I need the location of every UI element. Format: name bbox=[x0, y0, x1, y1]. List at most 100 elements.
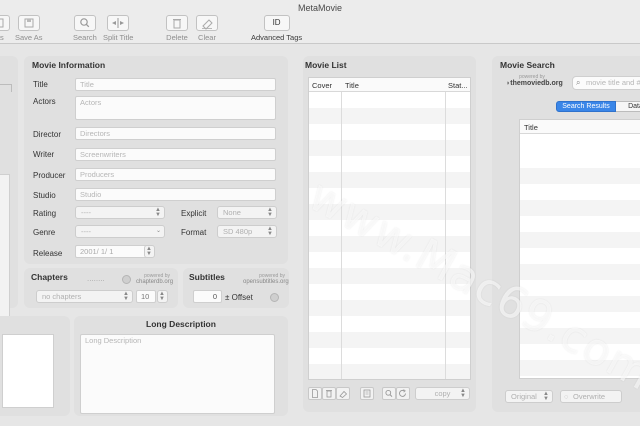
original-select[interactable]: Original ▲ ▼ bbox=[505, 390, 553, 403]
movie-information-panel: Movie Information Title Title Actors Act… bbox=[24, 56, 288, 264]
column-header-status[interactable]: Stat... bbox=[448, 81, 468, 90]
delete-button[interactable]: Delete bbox=[166, 15, 188, 42]
window-title: MetaMovie bbox=[297, 3, 342, 13]
column-header-cover[interactable]: Cover bbox=[312, 81, 332, 90]
original-value: Original bbox=[511, 392, 537, 401]
subtitle-offset-field[interactable]: 0 bbox=[193, 290, 222, 303]
new-file-button[interactable] bbox=[308, 387, 322, 400]
chapters-select[interactable]: no chapters ▲ ▼ bbox=[36, 290, 133, 303]
rating-label: Rating bbox=[33, 209, 57, 218]
release-label: Release bbox=[33, 249, 63, 258]
search-results-table[interactable]: Title bbox=[519, 119, 640, 379]
subtitles-powered-by: powered by opensubtitles.org bbox=[243, 273, 289, 285]
tab-data[interactable]: Data bbox=[616, 101, 640, 112]
files-label: les bbox=[0, 33, 4, 42]
director-field[interactable]: Directors bbox=[75, 127, 276, 140]
chevron-down-icon: ⌄ bbox=[155, 228, 161, 234]
search-label: Search bbox=[73, 33, 97, 42]
save-as-label: Save As bbox=[15, 33, 43, 42]
tab-search-results[interactable]: Search Results bbox=[556, 101, 616, 112]
split-title-button[interactable]: Split Title bbox=[103, 15, 133, 42]
overwrite-button[interactable]: ◌ Overwrite bbox=[560, 390, 622, 403]
stepper-arrows-icon: ▲ ▼ bbox=[159, 291, 165, 302]
subtitles-fetch-button[interactable] bbox=[270, 293, 279, 302]
rating-select[interactable]: ---- ▲ ▼ bbox=[75, 206, 165, 219]
delete-label: Delete bbox=[166, 33, 188, 42]
format-label: Format bbox=[181, 228, 207, 237]
clear-list-button[interactable] bbox=[336, 387, 350, 400]
chapters-powered-by: powered by chapterdb.org bbox=[136, 273, 173, 285]
trash-icon bbox=[166, 15, 188, 31]
advanced-tags-button[interactable]: ID Advanced Tags bbox=[251, 15, 302, 42]
search-placeholder: movie title and # bbox=[586, 78, 640, 87]
search-icon bbox=[385, 389, 393, 397]
movie-list-panel: Movie List Cover Title Stat... copy ▲ ▼ bbox=[303, 56, 476, 412]
subtitles-title: Subtitles bbox=[189, 272, 225, 282]
genre-select[interactable]: ---- ⌄ bbox=[75, 225, 165, 238]
save-as-icon bbox=[17, 15, 40, 31]
long-description-text[interactable]: Long Description bbox=[80, 334, 275, 414]
studio-field[interactable]: Studio bbox=[75, 188, 276, 201]
short-description-text[interactable] bbox=[2, 334, 54, 408]
files-button[interactable]: les bbox=[0, 15, 10, 42]
tmdb-logo-text: ◗themoviedb.org bbox=[506, 80, 563, 87]
overwrite-icon: ◌ bbox=[564, 392, 569, 401]
search-button[interactable]: Search bbox=[73, 15, 97, 42]
save-as-button[interactable]: Save As bbox=[15, 15, 43, 42]
remove-file-button[interactable] bbox=[322, 387, 336, 400]
stepper-arrows-icon: ▲ ▼ bbox=[543, 391, 549, 402]
stepper-arrows-icon: ▲ ▼ bbox=[146, 246, 152, 257]
long-description-panel: Long Description Long Description bbox=[74, 316, 288, 416]
studio-label: Studio bbox=[33, 191, 56, 200]
short-description-panel bbox=[0, 316, 70, 416]
chapters-count-stepper[interactable]: ▲ ▼ bbox=[157, 290, 168, 303]
batch-icon bbox=[363, 389, 371, 398]
toolbar: MetaMovie les Save As Search Split Title… bbox=[0, 0, 640, 44]
chapters-fetch-button[interactable] bbox=[122, 275, 131, 284]
producer-field[interactable]: Producers bbox=[75, 168, 276, 181]
explicit-select[interactable]: None ▲ ▼ bbox=[217, 206, 277, 219]
format-value: SD 480p bbox=[223, 227, 253, 236]
movie-search-input[interactable]: ⌕ movie title and # bbox=[572, 76, 640, 90]
refresh-button[interactable] bbox=[396, 387, 410, 400]
stepper-arrows-icon: ▲ ▼ bbox=[155, 207, 161, 218]
genre-label: Genre bbox=[33, 228, 56, 237]
explicit-value: None bbox=[223, 208, 241, 217]
refresh-icon bbox=[399, 389, 406, 397]
eraser-icon bbox=[339, 390, 348, 398]
document-icon bbox=[312, 389, 318, 398]
writer-label: Writer bbox=[33, 150, 55, 159]
release-date-field[interactable]: 2001/ 1/ 1 bbox=[75, 245, 153, 258]
chapters-panel: Chapters ........ powered by chapterdb.o… bbox=[24, 268, 178, 308]
chapters-value: no chapters bbox=[42, 292, 82, 301]
director-label: Director bbox=[33, 130, 62, 139]
actors-field[interactable]: Actors bbox=[75, 96, 276, 120]
stepper-arrows-icon: ▲ ▼ bbox=[267, 207, 273, 218]
title-field[interactable]: Title bbox=[75, 78, 276, 91]
opensubtitles-logo-text: opensubtitles.org bbox=[243, 279, 289, 285]
artwork-image-well[interactable] bbox=[0, 174, 10, 334]
movie-list-header: Cover Title Stat... bbox=[309, 78, 470, 92]
search-icon: ⌕ bbox=[576, 78, 581, 87]
movie-list-table[interactable]: Cover Title Stat... bbox=[308, 77, 471, 380]
format-select[interactable]: SD 480p ▲ ▼ bbox=[217, 225, 277, 238]
chapters-count-field[interactable]: 10 bbox=[136, 290, 156, 303]
eraser-icon bbox=[196, 15, 218, 31]
column-header-title[interactable]: Title bbox=[345, 81, 359, 90]
actors-label: Actors bbox=[33, 97, 56, 106]
list-search-button[interactable] bbox=[382, 387, 396, 400]
chapters-title: Chapters bbox=[31, 272, 68, 282]
movie-information-title: Movie Information bbox=[32, 60, 106, 70]
advanced-tags-label: Advanced Tags bbox=[251, 33, 303, 42]
artwork-panel bbox=[0, 56, 18, 334]
stepper-arrows-icon: ▲ ▼ bbox=[267, 226, 273, 237]
title-label: Title bbox=[33, 80, 48, 89]
copy-mode-select[interactable]: copy ▲ ▼ bbox=[415, 387, 470, 400]
batch-button[interactable] bbox=[360, 387, 374, 400]
clear-button[interactable]: Clear bbox=[196, 15, 218, 42]
release-date-stepper[interactable]: ▲ ▼ bbox=[144, 245, 155, 258]
chapters-progress-dots: ........ bbox=[87, 274, 105, 283]
stepper-arrows-icon: ▲ ▼ bbox=[123, 291, 129, 302]
writer-field[interactable]: Screenwriters bbox=[75, 148, 276, 161]
column-header-title[interactable]: Title bbox=[524, 123, 538, 132]
